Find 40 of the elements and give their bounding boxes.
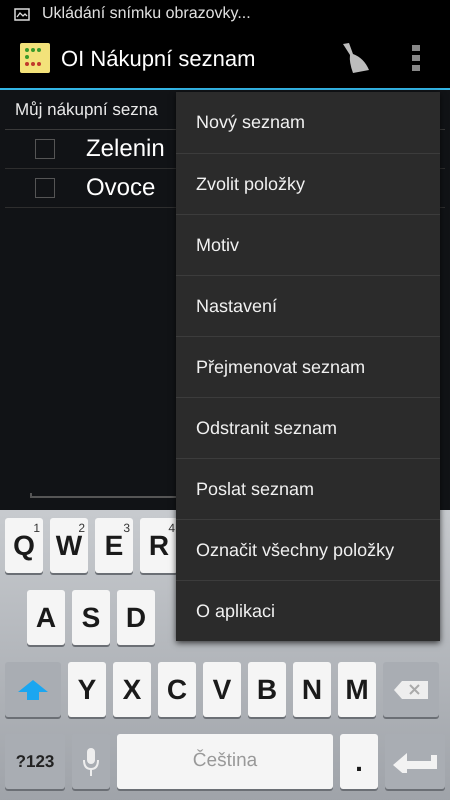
key[interactable]: Y	[68, 662, 106, 717]
item-label: Zelenin	[86, 134, 165, 164]
list-name[interactable]: Můj nákupní sezna	[15, 96, 158, 122]
item-checkbox[interactable]	[35, 139, 55, 159]
broom-icon[interactable]	[340, 42, 370, 74]
enter-icon	[393, 750, 437, 772]
key[interactable]: B	[248, 662, 286, 717]
key[interactable]: A	[27, 590, 65, 645]
menu-item[interactable]: O aplikaci	[176, 580, 440, 641]
overflow-menu-icon[interactable]	[412, 45, 420, 71]
item-label: Ovoce	[86, 173, 156, 203]
key[interactable]: S	[72, 590, 110, 645]
menu-item[interactable]: Přejmenovat seznam	[176, 336, 440, 397]
app-title: OI Nákupní seznam	[61, 44, 256, 73]
backspace-icon	[394, 680, 428, 698]
key-hint: 4	[168, 520, 175, 536]
microphone-icon	[83, 748, 99, 776]
key-hint: 3	[123, 520, 130, 537]
key-hint: 1	[33, 520, 40, 536]
app-icon	[18, 41, 52, 75]
menu-item[interactable]: Odstranit seznam	[176, 397, 440, 458]
menu-item[interactable]: Označit všechny položky	[176, 519, 440, 580]
key[interactable]: C	[158, 662, 196, 717]
key[interactable]: M	[338, 662, 376, 717]
picture-icon	[14, 8, 30, 20]
key[interactable]: X	[113, 662, 151, 717]
menu-item[interactable]: Poslat seznam	[176, 458, 440, 519]
key[interactable]: .	[340, 734, 378, 789]
item-checkbox[interactable]	[35, 178, 55, 198]
key[interactable]: N	[293, 662, 331, 717]
backspace-key[interactable]	[383, 662, 439, 717]
menu-item[interactable]: Nastavení	[176, 275, 440, 336]
shift-icon	[18, 680, 48, 700]
key[interactable]: V	[203, 662, 241, 717]
key[interactable]: D	[117, 590, 155, 645]
menu-item[interactable]: Zvolit položky	[176, 153, 440, 214]
notification-text: Ukládání snímku obrazovky...	[42, 4, 251, 24]
menu-item[interactable]: Motiv	[176, 214, 440, 275]
key-hint: 2	[78, 520, 85, 536]
menu-item[interactable]: Nový seznam	[176, 92, 440, 153]
